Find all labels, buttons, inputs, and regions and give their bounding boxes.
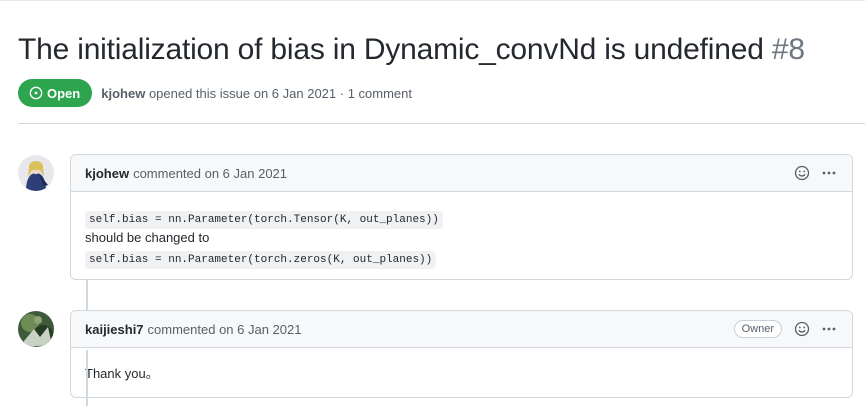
top-divider xyxy=(0,0,865,1)
issue-opened-icon xyxy=(29,86,43,100)
issue-number: #8 xyxy=(771,33,805,66)
comment-author-link[interactable]: kaijieshi7 xyxy=(85,322,144,337)
comment-kaijieshi7: kaijieshi7 commented on 6 Jan 2021 Owner… xyxy=(70,310,853,398)
avatar-kjohew[interactable] xyxy=(18,155,54,191)
header-divider xyxy=(18,123,865,124)
comment-header: kjohew commented on 6 Jan 2021 xyxy=(71,155,852,192)
comment-text: Thank you。 xyxy=(85,366,159,381)
avatar-kaijieshi7[interactable] xyxy=(18,311,54,347)
smiley-icon[interactable] xyxy=(793,320,811,338)
issue-meta-text: opened this issue on 6 Jan 2021 · 1 comm… xyxy=(148,85,412,101)
smiley-icon[interactable] xyxy=(793,164,811,182)
comment-author-link[interactable]: kjohew xyxy=(85,166,129,181)
comment-timestamp-link[interactable]: commented on 6 Jan 2021 xyxy=(133,166,287,181)
issue-title-text: The initialization of bias in Dynamic_co… xyxy=(18,33,764,66)
kebab-horizontal-icon[interactable] xyxy=(820,164,838,182)
issue-meta: kjohew opened this issue on 6 Jan 2021 ·… xyxy=(101,86,412,101)
issue-status-row: Open kjohew opened this issue on 6 Jan 2… xyxy=(18,79,412,107)
comment-body: Thank you。 xyxy=(71,348,852,394)
comment-kjohew: kjohew commented on 6 Jan 2021 self.bias… xyxy=(70,154,853,280)
kebab-horizontal-icon[interactable] xyxy=(820,320,838,338)
inline-code: self.bias = nn.Parameter(torch.zeros(K, … xyxy=(85,251,437,269)
comment-header: kaijieshi7 commented on 6 Jan 2021 Owner xyxy=(71,311,852,348)
issue-state-label: Open xyxy=(47,85,81,101)
comment-timestamp-link[interactable]: commented on 6 Jan 2021 xyxy=(148,322,302,337)
owner-badge: Owner xyxy=(733,320,782,338)
comment-body: self.bias = nn.Parameter(torch.Tensor(K,… xyxy=(71,192,852,278)
timeline-connector xyxy=(86,350,88,406)
issue-author-link[interactable]: kjohew xyxy=(101,86,145,101)
issue-state-badge: Open xyxy=(18,79,93,107)
comment-text: should be changed to xyxy=(85,230,210,245)
inline-code: self.bias = nn.Parameter(torch.Tensor(K,… xyxy=(85,211,443,229)
issue-title: The initialization of bias in Dynamic_co… xyxy=(18,33,805,67)
timeline-connector xyxy=(86,280,88,310)
